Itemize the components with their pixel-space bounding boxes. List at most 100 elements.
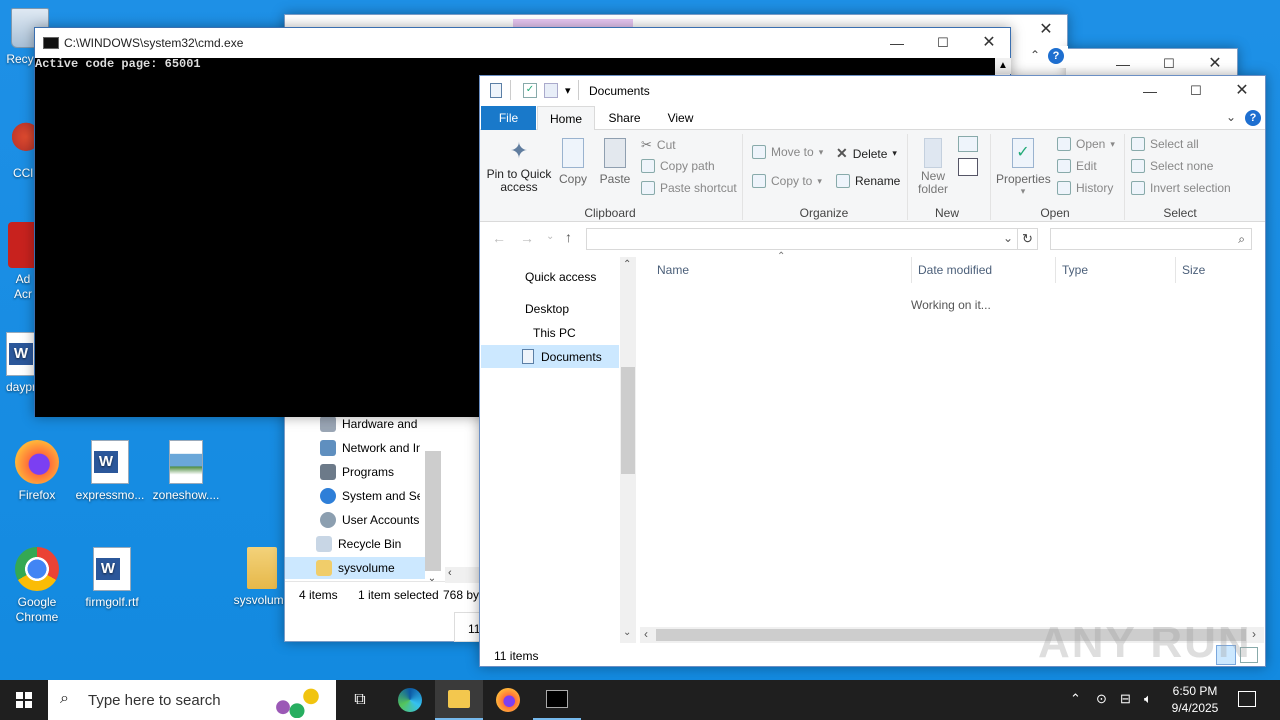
chevron-up-icon[interactable]: ⌃ — [1030, 48, 1040, 62]
maximize-icon[interactable]: ☐ — [1173, 76, 1219, 106]
start-button[interactable] — [0, 680, 48, 720]
nav-this-pc[interactable]: This PC — [533, 326, 576, 340]
desktop-icon-firmgolf[interactable]: firmgolf.rtf — [76, 547, 148, 609]
tab-view[interactable]: View — [653, 106, 708, 130]
pin-to-quick-access-button[interactable]: ✦ Pin to Quick access — [486, 138, 552, 194]
tab-home[interactable]: Home — [537, 106, 595, 131]
search-input[interactable]: ⌕ — [1050, 228, 1252, 250]
background-window-2[interactable]: — ☐ ✕ — [1066, 48, 1238, 78]
column-type[interactable]: Type — [1062, 263, 1088, 277]
task-view-button[interactable]: ⧉ — [336, 680, 384, 720]
select-none-button[interactable]: Select none — [1131, 159, 1213, 173]
tab-share[interactable]: Share — [596, 106, 653, 130]
scroll-left-icon[interactable]: ‹ — [644, 627, 648, 641]
move-to-button[interactable]: Move to ▾ — [752, 145, 823, 159]
properties-check-icon[interactable]: ✓ — [523, 83, 537, 98]
cp-item-recycle-bin[interactable]: Recycle Bin — [316, 536, 401, 552]
column-name[interactable]: Name — [657, 263, 689, 277]
help-icon[interactable]: ? — [1245, 110, 1261, 126]
chevron-down-icon[interactable]: ⌄ — [425, 573, 439, 587]
cmd-title: C:\WINDOWS\system32\cmd.exe — [64, 36, 244, 50]
close-icon[interactable]: ✕ — [966, 28, 1012, 58]
close-icon[interactable]: ✕ — [1023, 15, 1069, 45]
maximize-icon[interactable]: ☐ — [920, 28, 966, 58]
paste-button[interactable]: Paste — [598, 138, 632, 186]
scroll-up-icon[interactable]: ▲ — [995, 58, 1011, 74]
cp-item-system[interactable]: System and Sec — [320, 488, 420, 504]
new-item-icon[interactable] — [958, 136, 978, 152]
recent-locations-icon[interactable]: ⌄ — [546, 231, 554, 242]
notification-icon[interactable] — [1238, 691, 1256, 707]
edit-button[interactable]: Edit — [1057, 159, 1097, 173]
easy-access-icon[interactable] — [958, 158, 978, 176]
cp-item-sysvolume[interactable]: sysvolume — [316, 560, 395, 576]
desktop-icon-label: Recy — [6, 52, 34, 66]
chevron-down-icon[interactable]: ⌄ — [1226, 110, 1236, 124]
desktop-icon-google-chrome[interactable]: Google Chrome — [1, 547, 73, 625]
taskbar-file-explorer[interactable] — [435, 680, 483, 720]
taskbar-firefox[interactable] — [484, 680, 532, 720]
nav-documents[interactable]: Documents — [541, 350, 602, 364]
taskbar-edge[interactable] — [386, 680, 434, 720]
desktop-icon-expressmo[interactable]: expressmo... — [74, 440, 146, 502]
search-icon: ⌕ — [60, 690, 69, 707]
refresh-icon[interactable]: ↻ — [1018, 228, 1038, 250]
scroll-left-icon[interactable]: ‹ — [445, 567, 481, 583]
forward-arrow-icon[interactable]: → — [520, 230, 534, 246]
select-all-button[interactable]: Select all — [1131, 137, 1199, 151]
edit-icon — [1057, 159, 1071, 173]
cp-item-user-accounts[interactable]: User Accounts — [320, 512, 419, 528]
taskbar-search[interactable]: ⌕ Type here to search — [48, 680, 336, 720]
clock[interactable]: 6:50 PM 9/4/2025 — [1166, 683, 1224, 717]
back-arrow-icon[interactable]: ← — [492, 230, 506, 246]
chevron-down-icon[interactable]: ▾ — [565, 84, 571, 97]
chevron-down-icon[interactable]: ⌄ — [1003, 231, 1013, 245]
cut-button[interactable]: ✂ Cut — [641, 137, 676, 153]
scissors-icon: ✂ — [641, 137, 652, 152]
cp-item-hardware[interactable]: Hardware and — [320, 416, 418, 432]
nav-desktop[interactable]: Desktop — [525, 302, 569, 316]
invert-selection-button[interactable]: Invert selection — [1131, 181, 1231, 195]
divider[interactable] — [1055, 257, 1056, 283]
desktop-icon-zoneshow[interactable]: zoneshow.... — [150, 440, 222, 502]
properties-button[interactable]: ✓ Properties ▾ — [996, 138, 1051, 197]
nav-quick-access[interactable]: Quick access — [525, 270, 596, 284]
scrollbar-thumb[interactable] — [621, 367, 635, 474]
volume-icon[interactable]: 🔈︎ — [1144, 691, 1152, 707]
network-icon[interactable]: ⊟ — [1120, 691, 1131, 707]
desktop-icon-firefox[interactable]: Firefox — [1, 440, 73, 502]
new-folder-button[interactable]: New folder — [914, 138, 952, 196]
tab-file[interactable]: File — [481, 106, 536, 130]
history-button[interactable]: History — [1057, 181, 1113, 195]
scroll-right-icon[interactable]: › — [1252, 627, 1256, 641]
taskbar-cmd[interactable] — [533, 680, 581, 720]
scrollbar-thumb[interactable] — [425, 451, 441, 571]
chevron-up-icon[interactable]: ⌃ — [623, 259, 631, 270]
address-bar[interactable]: ⌄ — [586, 228, 1018, 250]
divider[interactable] — [1175, 257, 1176, 283]
paste-shortcut-button[interactable]: Paste shortcut — [641, 181, 737, 195]
copy-path-icon — [641, 159, 655, 173]
minimize-icon[interactable]: — — [1127, 76, 1173, 106]
meet-now-icon[interactable]: ⊙ — [1096, 691, 1107, 707]
delete-button[interactable]: ✕ Delete ▾ — [836, 145, 897, 162]
cp-item-programs[interactable]: Programs — [320, 464, 394, 480]
new-folder-quick-icon[interactable] — [544, 83, 558, 98]
minimize-icon[interactable]: — — [874, 28, 920, 58]
copy-to-button[interactable]: Copy to ▾ — [752, 174, 822, 188]
column-date-modified[interactable]: Date modified — [918, 263, 992, 277]
up-arrow-icon[interactable]: ↑ — [565, 229, 572, 245]
column-size[interactable]: Size — [1182, 263, 1205, 277]
copy-path-button[interactable]: Copy path — [641, 159, 715, 173]
chevron-up-icon[interactable]: ⌃ — [1070, 691, 1081, 707]
copy-label: Copy — [558, 172, 587, 186]
cp-item-network[interactable]: Network and In — [320, 440, 420, 456]
chevron-down-icon[interactable]: ⌄ — [623, 627, 631, 638]
close-icon[interactable]: ✕ — [1219, 76, 1265, 106]
nav-scrollbar[interactable]: ⌃ ⌄ — [620, 257, 636, 643]
open-button[interactable]: Open ▾ — [1057, 137, 1115, 151]
rename-button[interactable]: Rename — [836, 174, 900, 188]
help-icon[interactable]: ? — [1048, 48, 1064, 64]
divider[interactable] — [911, 257, 912, 283]
copy-button[interactable]: Copy — [556, 138, 590, 186]
